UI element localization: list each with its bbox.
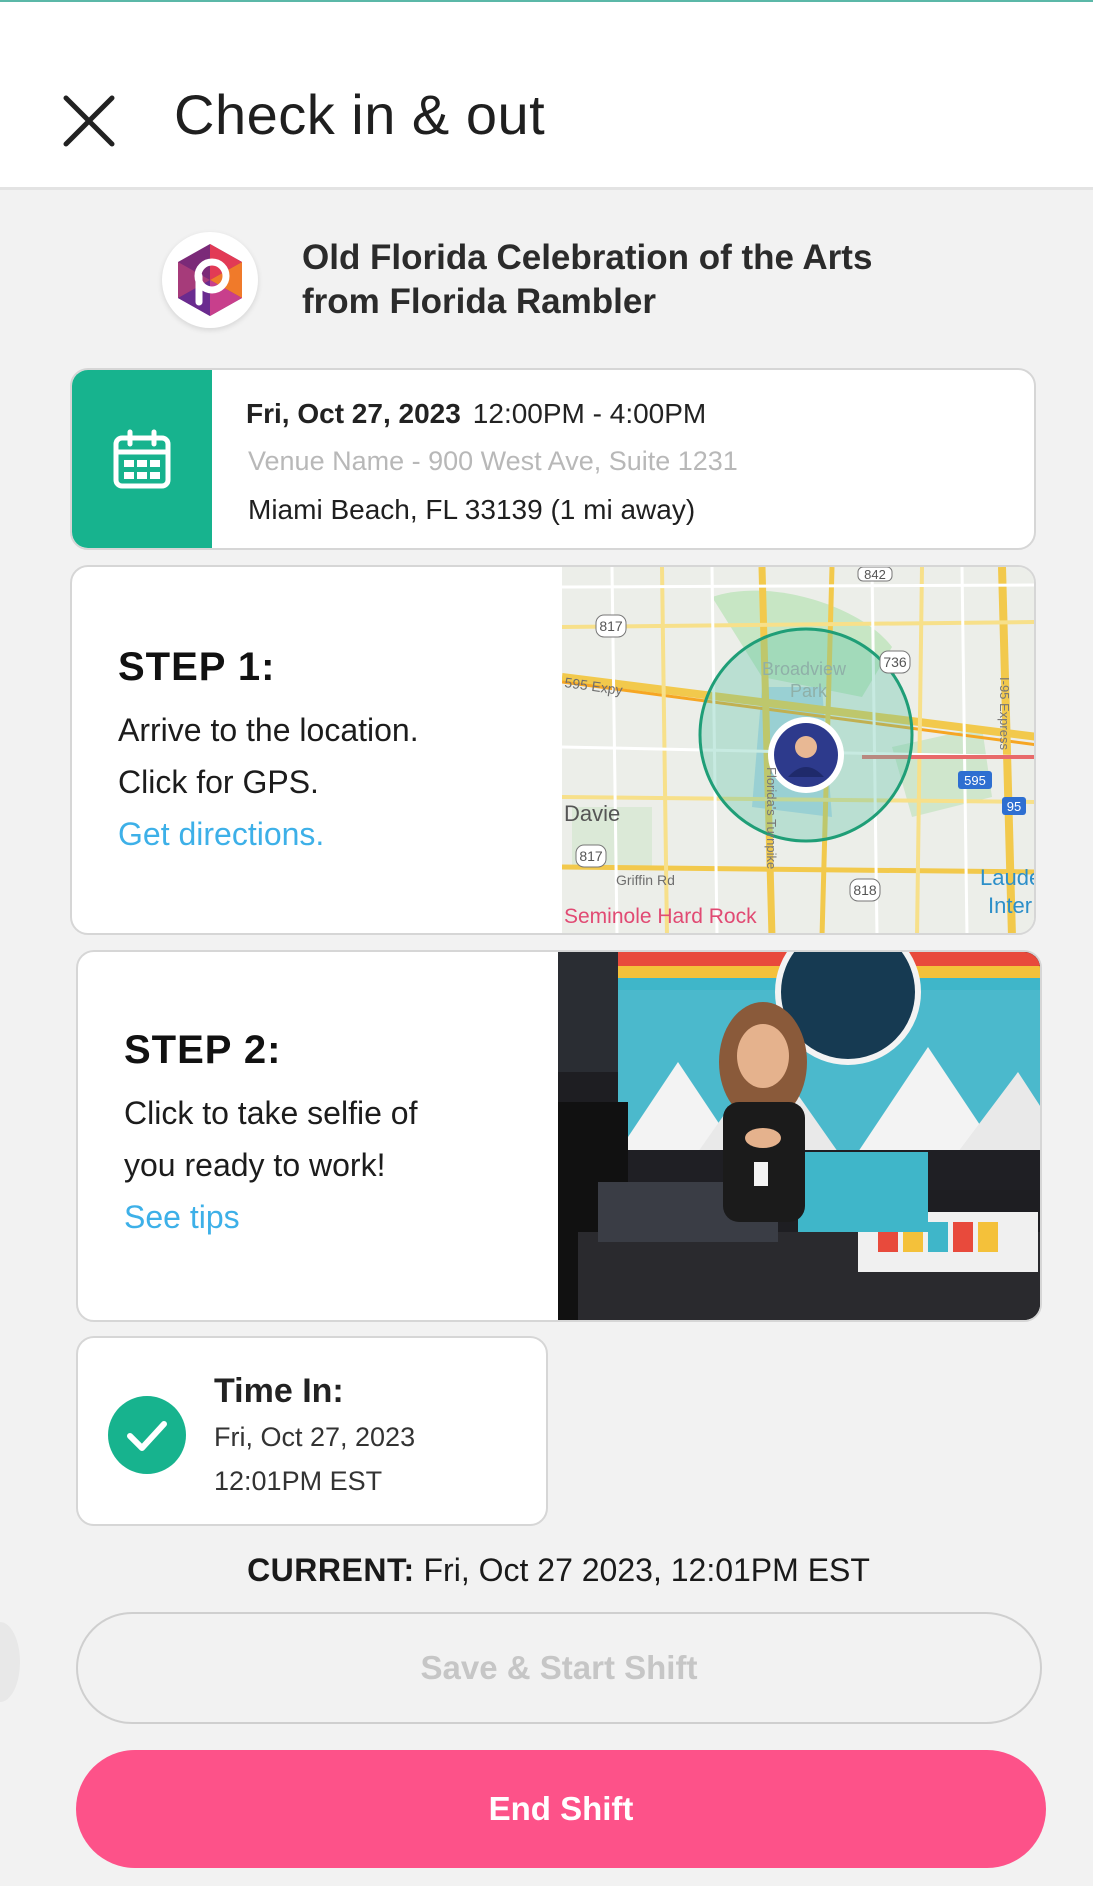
shift-date: Fri, Oct 27, 2023 — [246, 398, 461, 429]
map-label-griffin: Griffin Rd — [616, 872, 675, 888]
map-label-davie: Davie — [564, 801, 620, 826]
step2-card[interactable]: STEP 2: Click to take selfie of you read… — [76, 950, 1042, 1322]
map-label-turnpike: Florida's Turnpike — [764, 767, 779, 869]
shift-datetime: Fri, Oct 27, 2023 12:00PM - 4:00PM — [246, 398, 706, 430]
current-label: CURRENT: — [247, 1552, 415, 1588]
step1-text: STEP 1: Arrive to the location. Click fo… — [118, 645, 419, 860]
step2-line2: you ready to work! — [124, 1147, 386, 1183]
map-shield-818: 818 — [853, 882, 877, 898]
header-bar: Check in & out — [0, 2, 1093, 190]
map-label-seminole: Seminole Hard Rock — [564, 905, 757, 928]
step2-line1: Click to take selfie of — [124, 1095, 418, 1131]
map-label-lauder-2: Inter — [988, 893, 1032, 918]
time-in-label: Time In: — [214, 1372, 344, 1410]
step2-heading: STEP 2: — [124, 1028, 282, 1072]
close-icon[interactable] — [60, 92, 118, 150]
time-in-card: Time In: Fri, Oct 27, 2023 12:01PM EST — [76, 1336, 548, 1526]
step1-line2: Click for GPS. — [118, 764, 319, 800]
step1-card[interactable]: STEP 1: Arrive to the location. Click fo… — [70, 565, 1036, 935]
edge-handle — [0, 1622, 20, 1702]
map-graphic: 817 817 736 818 842 595 95 Broadview Par… — [562, 567, 1036, 933]
gps-map[interactable]: 817 817 736 818 842 595 95 Broadview Par… — [562, 567, 1036, 933]
map-shield-817a: 817 — [599, 618, 623, 634]
map-label-park-1: Broadview — [762, 659, 847, 679]
see-tips-link[interactable]: See tips — [124, 1191, 417, 1243]
selfie-photo[interactable] — [558, 952, 1040, 1320]
step1-heading: STEP 1: — [118, 645, 276, 689]
selfie-image — [558, 952, 1040, 1320]
map-shield-95: 95 — [1007, 799, 1021, 814]
calendar-icon — [113, 429, 171, 489]
time-in-time: 12:01PM EST — [214, 1466, 383, 1496]
map-label-i95: I-95 Express — [997, 677, 1012, 750]
shift-time-range: 12:00PM - 4:00PM — [472, 398, 707, 429]
save-start-shift-button[interactable]: Save & Start Shift — [76, 1612, 1042, 1724]
city-distance: Miami Beach, FL 33139 (1 mi away) — [248, 494, 696, 525]
page-title: Check in & out — [174, 83, 546, 146]
current-value: Fri, Oct 27 2023, 12:01PM EST — [423, 1552, 870, 1588]
event-title: Old Florida Celebration of the Arts from… — [302, 238, 873, 321]
event-logo — [162, 232, 258, 328]
step1-line1: Arrive to the location. — [118, 712, 419, 748]
end-shift-button[interactable]: End Shift — [76, 1750, 1046, 1868]
get-directions-link[interactable]: Get directions. — [118, 808, 419, 860]
time-in-date: Fri, Oct 27, 2023 — [214, 1422, 416, 1452]
venue-address: Venue Name - 900 West Ave, Suite 1231 — [248, 446, 738, 476]
step2-text: STEP 2: Click to take selfie of you read… — [124, 1028, 417, 1243]
map-label-park-2: Park — [790, 681, 828, 701]
logo-hexagon-icon — [178, 244, 242, 316]
check-circle-icon — [108, 1396, 186, 1474]
map-shield-595: 595 — [964, 773, 986, 788]
current-time: CURRENT: Fri, Oct 27 2023, 12:01PM EST — [0, 1552, 1093, 1589]
map-label-lauder-1: Laude — [980, 865, 1036, 890]
map-shield-817b: 817 — [579, 848, 603, 864]
schedule-card: Fri, Oct 27, 2023 12:00PM - 4:00PM Venue … — [70, 368, 1036, 550]
map-shield-842: 842 — [864, 567, 886, 582]
map-shield-736: 736 — [883, 654, 907, 670]
calendar-block — [72, 370, 212, 548]
